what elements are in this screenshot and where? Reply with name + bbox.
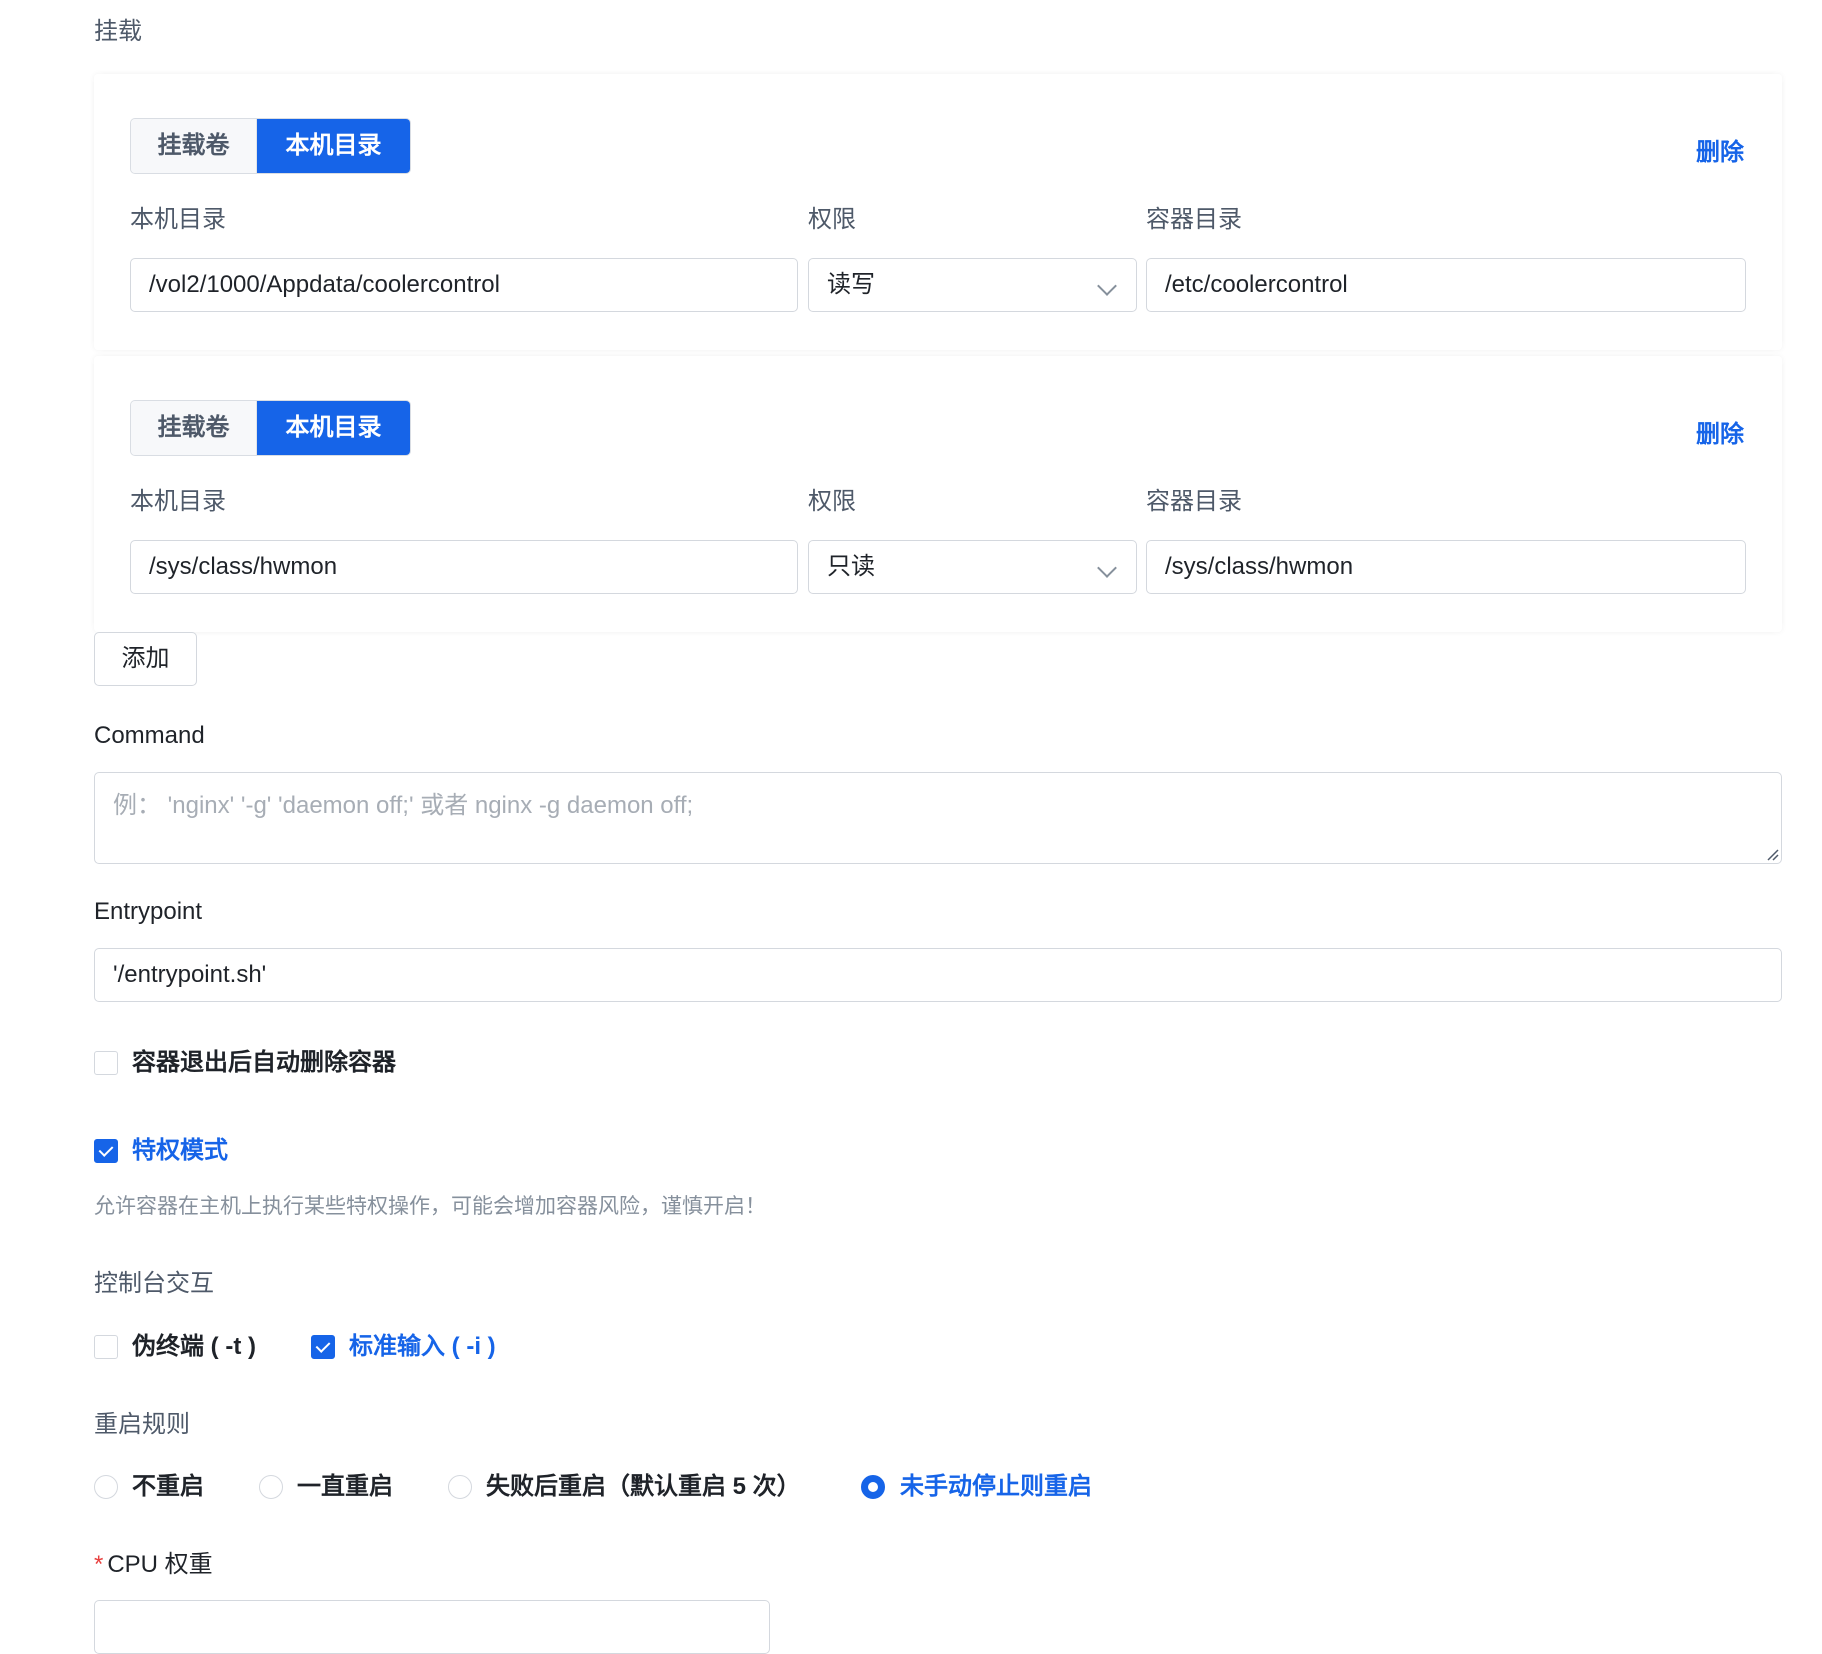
restart-unless-stopped-label[interactable]: 未手动停止则重启 bbox=[900, 1473, 1092, 1501]
stdin-checkbox[interactable] bbox=[311, 1335, 335, 1359]
permission-label: 权限 bbox=[808, 206, 856, 233]
entrypoint-label: Entrypoint bbox=[94, 898, 203, 925]
cpu-weight-label: * CPU 权重 bbox=[94, 1551, 213, 1579]
delete-mount-button[interactable]: 删除 bbox=[1696, 132, 1744, 167]
chevron-down-icon bbox=[1097, 558, 1117, 578]
cpu-weight-text: CPU 权重 bbox=[107, 1551, 213, 1578]
restart-label: 重启规则 bbox=[94, 1411, 190, 1438]
mount-type-toggle: 挂载卷 本机目录 bbox=[130, 118, 411, 174]
container-dir-label: 容器目录 bbox=[1146, 206, 1242, 233]
restart-unless-stopped-radio[interactable] bbox=[861, 1475, 885, 1499]
host-dir-label: 本机目录 bbox=[130, 206, 226, 233]
restart-no-radio[interactable] bbox=[94, 1475, 118, 1499]
mount-card-2: 挂载卷 本机目录 删除 本机目录 权限 容器目录 /sys/class/hwmo… bbox=[94, 356, 1782, 632]
container-dir-input[interactable]: /etc/coolercontrol bbox=[1146, 258, 1746, 312]
auto-remove-label[interactable]: 容器退出后自动删除容器 bbox=[132, 1049, 396, 1077]
restart-always-label[interactable]: 一直重启 bbox=[297, 1473, 393, 1501]
container-dir-label: 容器目录 bbox=[1146, 488, 1242, 515]
command-textarea[interactable]: 例： 'nginx' '-g' 'daemon off;' 或者 nginx -… bbox=[94, 772, 1782, 864]
mount-type-toggle: 挂载卷 本机目录 bbox=[130, 400, 411, 456]
cpu-weight-input[interactable] bbox=[94, 1600, 770, 1654]
mount-section-label: 挂载 bbox=[94, 18, 142, 45]
auto-remove-checkbox[interactable] bbox=[94, 1051, 118, 1075]
command-label: Command bbox=[94, 722, 205, 749]
console-label: 控制台交互 bbox=[94, 1270, 214, 1297]
privileged-checkbox[interactable] bbox=[94, 1139, 118, 1163]
host-dir-input[interactable]: /vol2/1000/Appdata/coolercontrol bbox=[130, 258, 798, 312]
permission-select[interactable]: 只读 bbox=[808, 540, 1137, 594]
tab-host-dir[interactable]: 本机目录 bbox=[257, 401, 410, 455]
container-settings-page: 挂载 挂载卷 本机目录 删除 本机目录 权限 容器目录 /vol2/1000/A… bbox=[0, 0, 1822, 1654]
entrypoint-input[interactable]: '/entrypoint.sh' bbox=[94, 948, 1782, 1002]
tty-label[interactable]: 伪终端 ( -t ) bbox=[132, 1333, 256, 1361]
chevron-down-icon bbox=[1097, 276, 1117, 296]
privileged-label[interactable]: 特权模式 bbox=[132, 1137, 228, 1165]
permission-select[interactable]: 读写 bbox=[808, 258, 1137, 312]
tab-volume[interactable]: 挂载卷 bbox=[131, 401, 257, 455]
restart-always-radio[interactable] bbox=[259, 1475, 283, 1499]
required-mark: * bbox=[94, 1551, 104, 1578]
tab-host-dir[interactable]: 本机目录 bbox=[257, 119, 410, 173]
delete-mount-button[interactable]: 删除 bbox=[1696, 414, 1744, 449]
permission-label: 权限 bbox=[808, 488, 856, 515]
restart-on-failure-radio[interactable] bbox=[448, 1475, 472, 1499]
tab-volume[interactable]: 挂载卷 bbox=[131, 119, 257, 173]
container-dir-input[interactable]: /sys/class/hwmon bbox=[1146, 540, 1746, 594]
permission-value: 读写 bbox=[827, 271, 875, 298]
permission-value: 只读 bbox=[827, 553, 875, 580]
resize-grip-icon[interactable] bbox=[1765, 847, 1779, 861]
host-dir-label: 本机目录 bbox=[130, 488, 226, 515]
command-placeholder: 例： 'nginx' '-g' 'daemon off;' 或者 nginx -… bbox=[113, 792, 694, 819]
tty-checkbox[interactable] bbox=[94, 1335, 118, 1359]
add-mount-button[interactable]: 添加 bbox=[94, 632, 197, 686]
privileged-hint: 允许容器在主机上执行某些特权操作，可能会增加容器风险，谨慎开启！ bbox=[94, 1195, 766, 1218]
stdin-label[interactable]: 标准输入 ( -i ) bbox=[349, 1333, 496, 1361]
mount-card-1: 挂载卷 本机目录 删除 本机目录 权限 容器目录 /vol2/1000/Appd… bbox=[94, 74, 1782, 350]
host-dir-input[interactable]: /sys/class/hwmon bbox=[130, 540, 798, 594]
restart-no-label[interactable]: 不重启 bbox=[132, 1473, 204, 1501]
restart-on-failure-label[interactable]: 失败后重启（默认重启 5 次） bbox=[486, 1473, 801, 1501]
